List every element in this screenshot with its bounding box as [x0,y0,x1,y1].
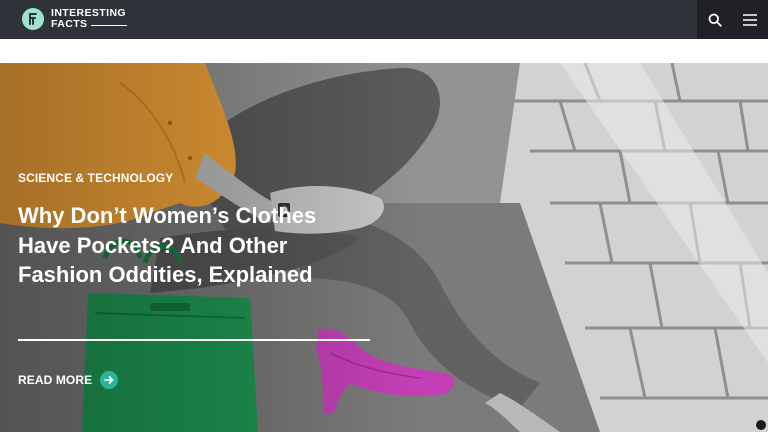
menu-button[interactable] [732,0,767,39]
featured-article-hero[interactable]: SCIENCE & TECHNOLOGY Why Don’t Women’s C… [0,63,768,432]
logo-underline [91,24,128,26]
search-icon [708,13,722,27]
site-logo[interactable]: INTERESTING FACTS [22,7,128,31]
article-headline[interactable]: Why Don’t Women’s Clothes Have Pockets? … [18,201,318,290]
category-label[interactable]: SCIENCE & TECHNOLOGY [18,171,173,185]
logo-line-2: FACTS [51,18,88,30]
search-button[interactable] [697,0,732,39]
read-more-link[interactable]: READ MORE [18,371,119,389]
read-more-label: READ MORE [18,373,93,387]
top-bar: INTERESTING FACTS [0,0,768,39]
header-actions [697,0,768,39]
header-spacer [0,39,768,63]
headline-divider [18,339,370,341]
close-icon[interactable] [756,420,766,430]
menu-icon [742,13,757,26]
arrow-right-icon [100,371,119,389]
logo-wordmark: INTERESTING FACTS [51,8,128,30]
logo-mark-icon [22,8,44,30]
